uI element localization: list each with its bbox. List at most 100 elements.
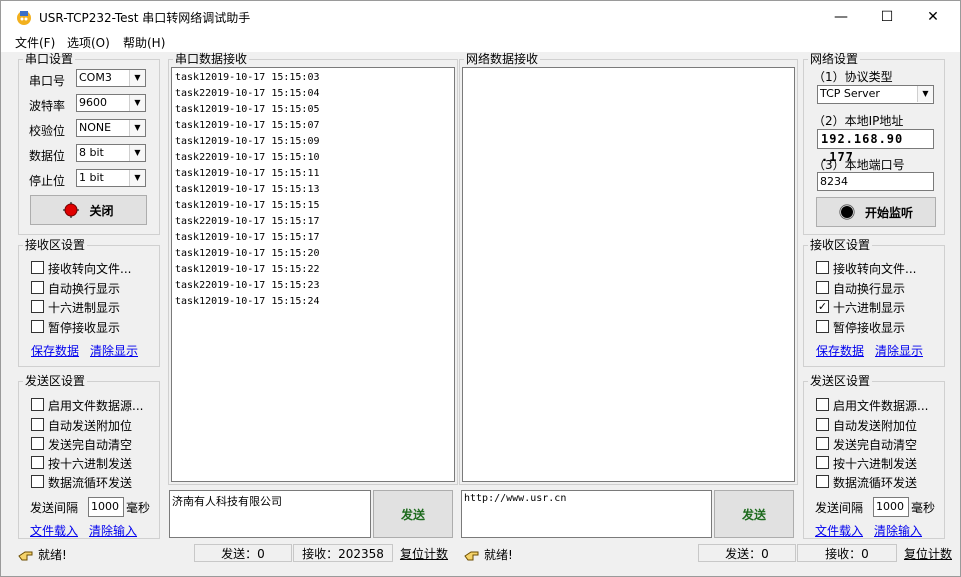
left-file-source-label: 启用文件数据源... [48,399,144,413]
right-hex-send-checkbox[interactable] [816,456,829,469]
right-loop-send-label: 数据流循环发送 [833,476,918,490]
right-auto-clear-checkbox[interactable] [816,437,829,450]
left-hex-display-checkbox[interactable] [31,300,44,313]
left-auto-wrap-checkbox[interactable] [31,281,44,294]
left-ready-text: 就绪! [38,548,67,562]
left-pause-display-checkbox[interactable] [31,320,44,333]
right-hex-display-checkbox[interactable]: ✓ [816,300,829,313]
left-clear-display-link[interactable]: 清除显示 [90,342,138,359]
app-logo-icon [15,8,33,26]
log-line: task12019-10-17 15:15:15 [175,200,320,211]
protocol-value: TCP Server [820,87,880,100]
parity-select[interactable]: NONE ▼ [76,119,146,137]
right-auto-wrap-checkbox[interactable] [816,281,829,294]
right-reset-count-button[interactable]: 复位计数 [898,544,958,562]
menu-help[interactable]: 帮助(H) [123,34,165,51]
left-auto-wrap-label: 自动换行显示 [48,282,121,296]
right-sent-count: 发送：0 [698,544,796,562]
left-hex-send-checkbox[interactable] [31,456,44,469]
stopbits-select[interactable]: 1 bit ▼ [76,169,146,187]
net-settings-title: 网络设置 [808,52,861,66]
net-send-input[interactable]: http://www.usr.cn [461,490,712,538]
hand-point-icon [464,551,479,560]
left-save-data-link[interactable]: 保存数据 [31,342,79,359]
log-line: task12019-10-17 15:15:22 [175,264,320,275]
right-receive-title: 接收区设置 [808,238,873,252]
menu-file[interactable]: 文件(F) [15,34,55,51]
local-ip-input[interactable]: 192.168.90 .177 [817,129,934,164]
left-hex-send-label: 按十六进制发送 [48,457,133,471]
window-title: USR-TCP232-Test 串口转网络调试助手 [39,11,251,25]
left-clear-input-link[interactable]: 清除输入 [89,522,137,539]
right-clear-display-link[interactable]: 清除显示 [875,342,923,359]
serial-send-input[interactable]: 济南有人科技有限公司 [169,490,371,538]
right-append-bit-checkbox[interactable] [816,418,829,431]
right-file-source-label: 启用文件数据源... [833,399,929,413]
maximize-button[interactable]: ☐ [864,1,910,32]
local-port-input[interactable]: 8234 [817,172,934,191]
port-label: 串口号 [29,74,66,88]
port-select[interactable]: COM3 ▼ [76,69,146,87]
minimize-button[interactable]: — [818,1,864,32]
protocol-select[interactable]: TCP Server ▼ [817,85,934,104]
close-port-label: 关闭 [89,203,114,218]
log-line: task12019-10-17 15:15:09 [175,136,320,147]
right-ready-text: 就绪! [484,548,513,562]
log-line: task12019-10-17 15:15:03 [175,72,320,83]
right-append-bit-label: 自动发送附加位 [833,419,918,433]
net-send-button[interactable]: 发送 [714,490,794,538]
left-file-load-link[interactable]: 文件载入 [30,522,78,539]
right-file-load-link[interactable]: 文件载入 [815,522,863,539]
left-reset-count-button[interactable]: 复位计数 [394,544,454,562]
baud-select[interactable]: 9600 ▼ [76,94,146,112]
protocol-label: （1）协议类型 [813,70,893,84]
left-receive-title: 接收区设置 [23,238,88,252]
log-line: task12019-10-17 15:15:20 [175,248,320,259]
left-recv-to-file-checkbox[interactable] [31,261,44,274]
serial-receive-title: 串口数据接收 [173,52,250,66]
parity-label: 校验位 [29,124,66,138]
right-loop-send-checkbox[interactable] [816,475,829,488]
right-file-source-checkbox[interactable] [816,398,829,411]
left-append-bit-checkbox[interactable] [31,418,44,431]
right-recv-to-file-label: 接收转向文件... [833,262,917,276]
chevron-down-icon: ▼ [129,170,145,186]
title-bar: USR-TCP232-Test 串口转网络调试助手 — ☐ ✕ [1,1,960,32]
port-value: COM3 [79,71,112,84]
left-file-source-checkbox[interactable] [31,398,44,411]
right-auto-clear-label: 发送完自动清空 [833,438,918,452]
log-line: task22019-10-17 15:15:04 [175,88,320,99]
close-window-button[interactable]: ✕ [910,1,956,32]
net-receive-area[interactable] [462,67,795,482]
left-loop-send-checkbox[interactable] [31,475,44,488]
stopbits-value: 1 bit [79,171,104,184]
log-line: task12019-10-17 15:15:17 [175,232,320,243]
ip-label: （2）本地IP地址 [813,114,904,128]
baud-label: 波特率 [29,99,66,113]
parity-value: NONE [79,121,112,134]
serial-receive-area[interactable]: task12019-10-17 15:15:03 task22019-10-17 … [171,67,455,482]
close-port-button[interactable]: 关闭 [30,195,147,225]
left-received-count: 接收：202358 [293,544,393,562]
right-clear-input-link[interactable]: 清除输入 [874,522,922,539]
log-line: task12019-10-17 15:15:24 [175,296,320,307]
right-hex-display-label: 十六进制显示 [833,301,906,315]
left-interval-input[interactable]: 1000 [88,497,124,517]
right-pause-display-checkbox[interactable] [816,320,829,333]
serial-send-button[interactable]: 发送 [373,490,453,538]
left-auto-clear-checkbox[interactable] [31,437,44,450]
right-save-data-link[interactable]: 保存数据 [816,342,864,359]
menu-options[interactable]: 选项(O) [67,34,110,51]
right-recv-to-file-checkbox[interactable] [816,261,829,274]
start-listen-label: 开始监听 [864,205,913,220]
databits-label: 数据位 [29,149,66,163]
databits-select[interactable]: 8 bit ▼ [76,144,146,162]
right-pause-display-label: 暂停接收显示 [833,321,906,335]
minimize-icon: — [834,8,848,25]
right-send-title: 发送区设置 [808,374,873,388]
maximize-icon: ☐ [880,8,894,25]
right-interval-input[interactable]: 1000 [873,497,909,517]
app-window: USR-TCP232-Test 串口转网络调试助手 — ☐ ✕ 文件(F) 选项… [0,0,961,577]
black-light-icon [839,204,855,220]
start-listen-button[interactable]: 开始监听 [816,197,936,227]
